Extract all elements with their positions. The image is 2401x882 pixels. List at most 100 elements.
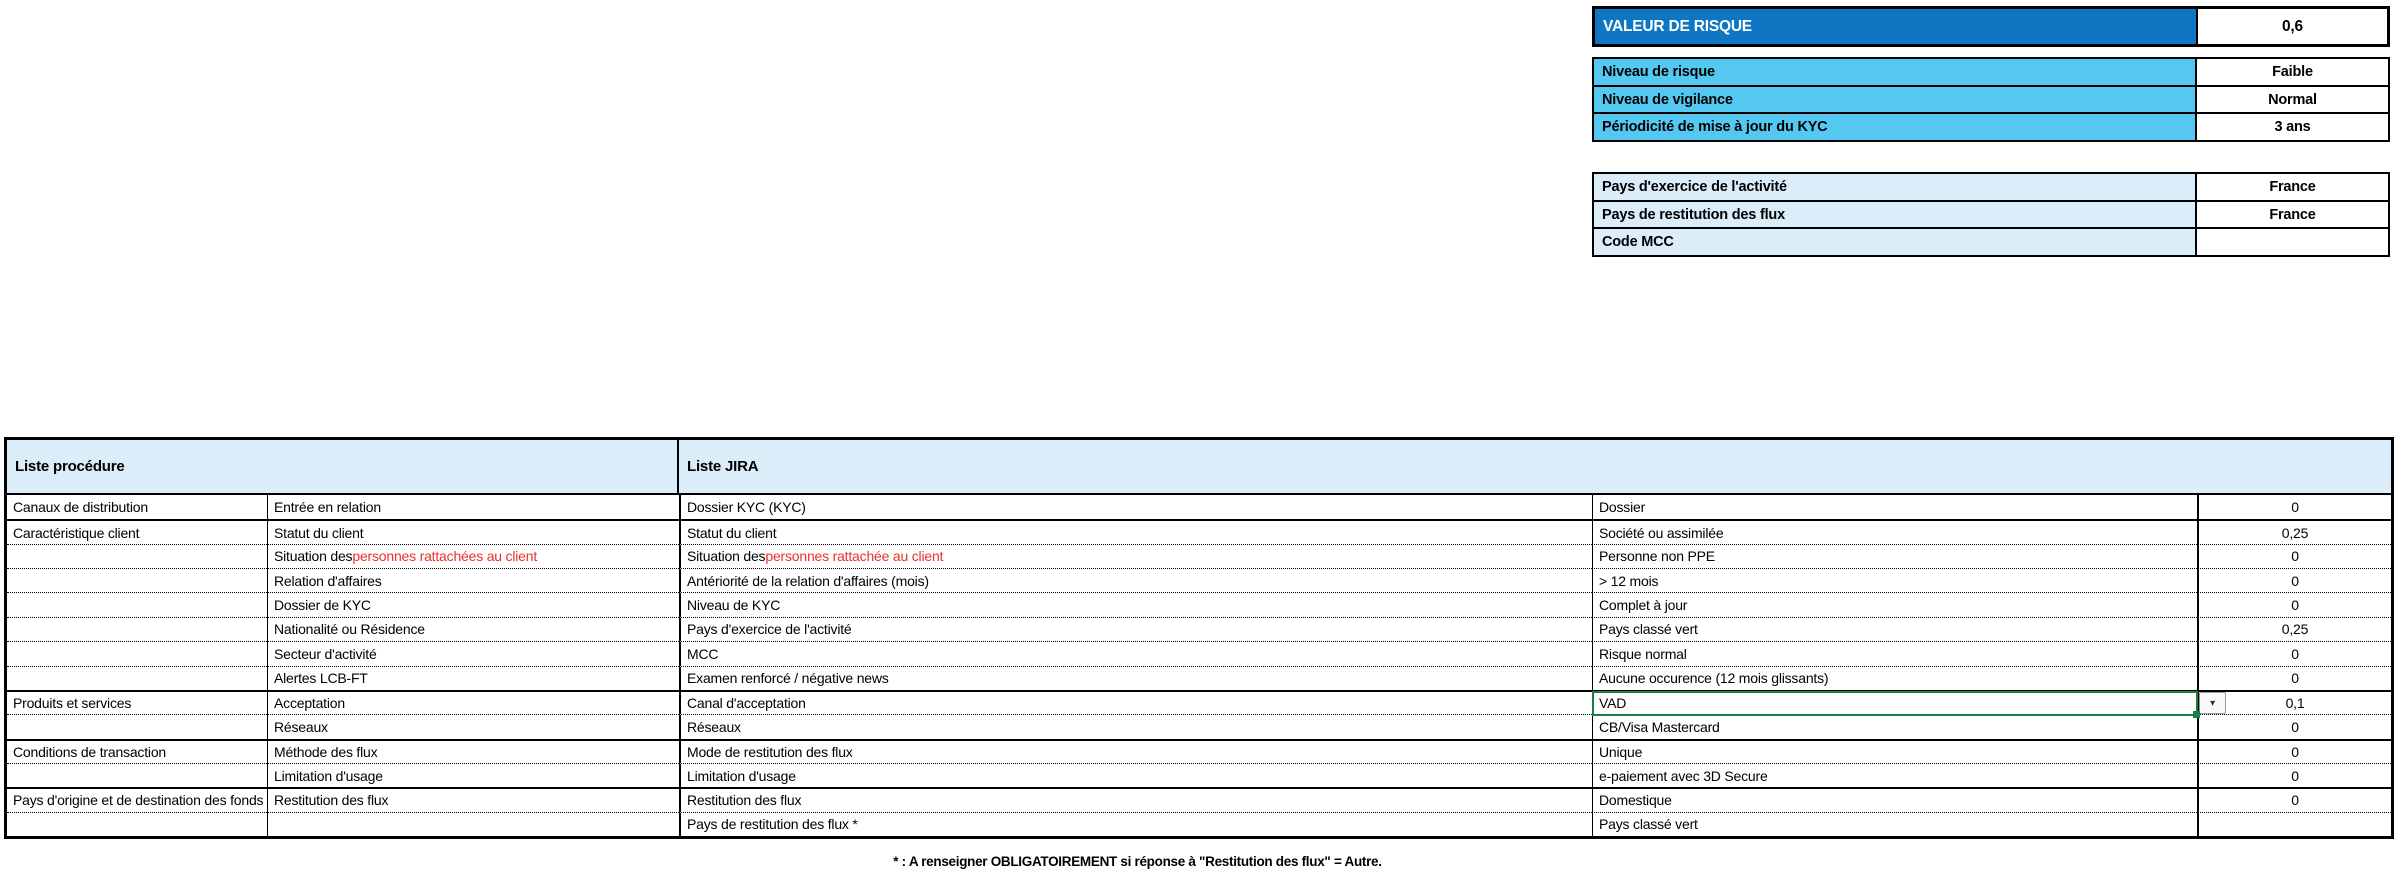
category-cell[interactable] xyxy=(7,763,267,787)
summary-label-cell[interactable]: Niveau de risque xyxy=(1594,59,2195,85)
category-cell[interactable]: Produits et services xyxy=(7,690,267,714)
category-cell[interactable] xyxy=(7,592,267,616)
category-cell-text: Conditions de transaction xyxy=(13,744,166,760)
procedure-cell[interactable]: Alertes LCB-FT xyxy=(267,666,679,690)
answer-cell[interactable]: > 12 mois xyxy=(1592,568,2197,592)
score-cell[interactable]: 0 xyxy=(2197,641,2391,665)
category-cell[interactable] xyxy=(7,544,267,568)
jira-cell[interactable]: Pays d'exercice de l'activité xyxy=(679,617,1592,641)
answer-cell-text: CB/Visa Mastercard xyxy=(1599,719,1720,735)
answer-cell[interactable]: Unique xyxy=(1592,739,2197,763)
matrix-header-liste-jira[interactable]: Liste JIRA xyxy=(679,440,2391,493)
procedure-cell[interactable]: Relation d'affaires xyxy=(267,568,679,592)
summary-label-cell[interactable]: Pays de restitution des flux xyxy=(1594,202,2195,228)
answer-cell[interactable]: Aucune occurence (12 mois glissants) xyxy=(1592,666,2197,690)
answer-cell[interactable]: Complet à jour xyxy=(1592,592,2197,616)
score-cell[interactable]: 0 xyxy=(2197,739,2391,763)
score-cell[interactable]: 0 xyxy=(2197,714,2391,738)
summary-label-cell[interactable]: Niveau de vigilance xyxy=(1594,87,2195,113)
jira-cell[interactable]: MCC xyxy=(679,641,1592,665)
answer-cell[interactable]: e-paiement avec 3D Secure xyxy=(1592,763,2197,787)
category-cell[interactable]: Pays d'origine et de destination des fon… xyxy=(7,787,267,811)
procedure-cell-text: Relation d'affaires xyxy=(274,573,382,589)
procedure-cell-text: Dossier de KYC xyxy=(274,597,371,613)
category-cell[interactable]: Canaux de distribution xyxy=(7,495,267,519)
risk-summary-table: Niveau de risqueFaibleNiveau de vigilanc… xyxy=(1592,57,2390,142)
answer-cell[interactable]: Risque normal xyxy=(1592,641,2197,665)
summary-value-cell[interactable]: France xyxy=(2195,174,2388,200)
score-cell[interactable]: 0 xyxy=(2197,666,2391,690)
score-cell[interactable]: 0 xyxy=(2197,592,2391,616)
jira-cell-text: Examen renforcé / négative news xyxy=(687,670,889,686)
jira-cell[interactable]: Niveau de KYC xyxy=(679,592,1592,616)
score-cell[interactable]: 0,25 xyxy=(2197,519,2391,543)
procedure-cell[interactable]: Secteur d'activité xyxy=(267,641,679,665)
answer-cell[interactable]: Domestique xyxy=(1592,787,2197,811)
jira-cell[interactable]: Restitution des flux xyxy=(679,787,1592,811)
activity-info-table-row: Pays de restitution des fluxFrance xyxy=(1594,200,2388,228)
risk-value-label-cell[interactable]: VALEUR DE RISQUE xyxy=(1595,9,2196,44)
score-cell[interactable]: 0 xyxy=(2197,568,2391,592)
risk-summary-table-row: Niveau de vigilanceNormal xyxy=(1594,85,2388,113)
category-cell[interactable] xyxy=(7,641,267,665)
jira-cell[interactable]: Dossier KYC (KYC) xyxy=(679,495,1592,519)
category-cell[interactable] xyxy=(7,714,267,738)
answer-cell-text: Domestique xyxy=(1599,792,1672,808)
answer-cell[interactable]: Pays classé vert xyxy=(1592,812,2197,836)
procedure-cell[interactable]: Acceptation xyxy=(267,690,679,714)
procedure-cell[interactable]: Nationalité ou Résidence xyxy=(267,617,679,641)
spreadsheet: VALEUR DE RISQUE 0,6 Niveau de risqueFai… xyxy=(0,0,2401,882)
risk-summary-table-row: Périodicité de mise à jour du KYC3 ans xyxy=(1594,112,2388,140)
score-cell[interactable]: 0,25 xyxy=(2197,617,2391,641)
category-cell[interactable] xyxy=(7,666,267,690)
risk-value-cell[interactable]: 0,6 xyxy=(2196,9,2387,44)
summary-value-cell[interactable] xyxy=(2195,229,2388,255)
score-cell[interactable]: 0 xyxy=(2197,495,2391,519)
score-cell[interactable]: 0 xyxy=(2197,787,2391,811)
summary-value-cell[interactable]: Faible xyxy=(2195,59,2388,85)
category-cell[interactable] xyxy=(7,617,267,641)
jira-cell[interactable]: Limitation d'usage xyxy=(679,763,1592,787)
summary-value-cell[interactable]: 3 ans xyxy=(2195,114,2388,140)
jira-cell[interactable]: Antériorité de la relation d'affaires (m… xyxy=(679,568,1592,592)
procedure-cell[interactable]: Réseaux xyxy=(267,714,679,738)
procedure-cell[interactable]: Limitation d'usage xyxy=(267,763,679,787)
score-cell-text: 0 xyxy=(2291,646,2299,662)
jira-cell[interactable]: Réseaux xyxy=(679,714,1592,738)
score-cell[interactable]: 0,1 xyxy=(2197,690,2391,714)
category-cell[interactable]: Caractéristique client xyxy=(7,519,267,543)
answer-cell[interactable]: CB/Visa Mastercard xyxy=(1592,714,2197,738)
answer-cell[interactable]: Pays classé vert xyxy=(1592,617,2197,641)
summary-value-cell[interactable]: Normal xyxy=(2195,87,2388,113)
answer-cell[interactable]: VAD▾ xyxy=(1592,690,2197,714)
dropdown-button[interactable]: ▾ xyxy=(2199,692,2226,714)
category-cell[interactable] xyxy=(7,568,267,592)
procedure-cell[interactable]: Dossier de KYC xyxy=(267,592,679,616)
jira-cell[interactable]: Canal d'acceptation xyxy=(679,690,1592,714)
summary-label-cell[interactable]: Périodicité de mise à jour du KYC xyxy=(1594,114,2195,140)
answer-cell[interactable]: Personne non PPE xyxy=(1592,544,2197,568)
answer-cell[interactable]: Société ou assimilée xyxy=(1592,519,2197,543)
score-cell[interactable]: 0 xyxy=(2197,544,2391,568)
matrix-header-liste-procedure[interactable]: Liste procédure xyxy=(7,440,679,493)
selection-fill-handle[interactable] xyxy=(2193,711,2200,718)
category-cell[interactable] xyxy=(7,812,267,836)
jira-cell[interactable]: Statut du client xyxy=(679,519,1592,543)
summary-label-cell[interactable]: Code MCC xyxy=(1594,229,2195,255)
score-cell[interactable]: 0 xyxy=(2197,763,2391,787)
procedure-cell[interactable] xyxy=(267,812,679,836)
jira-cell[interactable]: Mode de restitution des flux xyxy=(679,739,1592,763)
jira-cell[interactable]: Examen renforcé / négative news xyxy=(679,666,1592,690)
procedure-cell[interactable]: Situation des personnes rattachées au cl… xyxy=(267,544,679,568)
procedure-cell[interactable]: Entrée en relation xyxy=(267,495,679,519)
jira-cell[interactable]: Pays de restitution des flux * xyxy=(679,812,1592,836)
procedure-cell[interactable]: Restitution des flux xyxy=(267,787,679,811)
answer-cell[interactable]: Dossier xyxy=(1592,495,2197,519)
score-cell[interactable] xyxy=(2197,812,2391,836)
category-cell[interactable]: Conditions de transaction xyxy=(7,739,267,763)
jira-cell[interactable]: Situation des personnes rattachée au cli… xyxy=(679,544,1592,568)
procedure-cell[interactable]: Méthode des flux xyxy=(267,739,679,763)
summary-label-cell[interactable]: Pays d'exercice de l'activité xyxy=(1594,174,2195,200)
procedure-cell[interactable]: Statut du client xyxy=(267,519,679,543)
summary-value-cell[interactable]: France xyxy=(2195,202,2388,228)
